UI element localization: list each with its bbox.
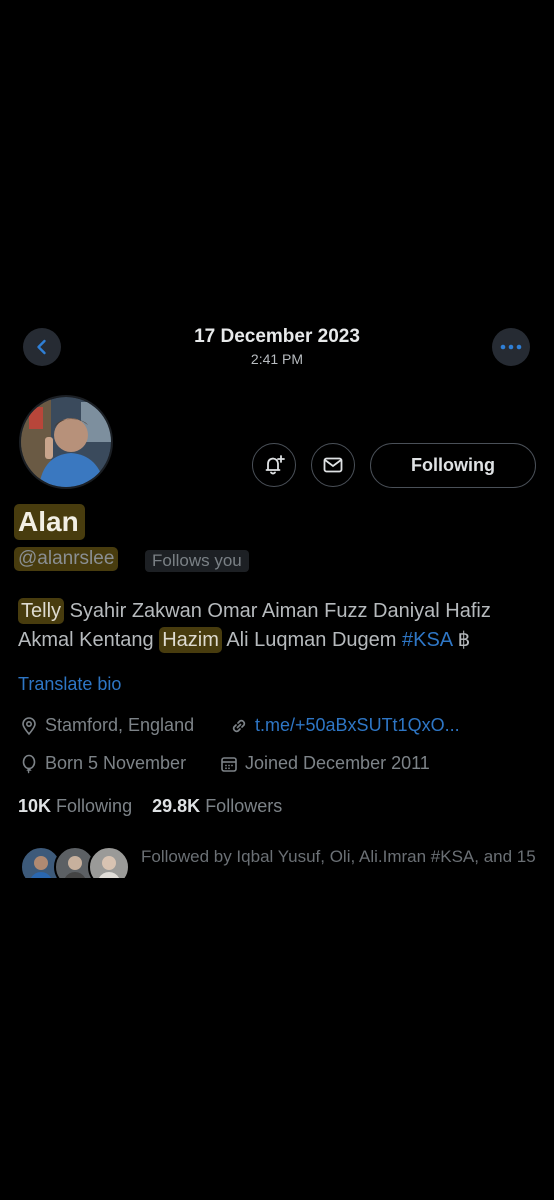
profile-name: Alan [14, 504, 85, 540]
mutual-avatar-3 [88, 846, 130, 878]
following-label: Following [56, 796, 133, 816]
birthday-text: Born 5 November [45, 753, 187, 773]
translate-bio-link[interactable]: Translate bio [18, 674, 121, 695]
website-link[interactable]: t.me/+50aBxSUTt1QxO... [255, 715, 460, 736]
balloon-icon [22, 754, 36, 773]
location-text: Stamford, England [45, 715, 195, 735]
bell-plus-icon [265, 455, 285, 475]
bio-symbol: ฿ [452, 629, 471, 651]
followed-by-text[interactable]: Followed by Iqbal Yusuf, Oli, Ali.Imran … [141, 843, 541, 877]
birthday-row: Born 5 November [19, 753, 186, 774]
joined-text: Joined December 2011 [245, 753, 430, 773]
website-row[interactable]: t.me/+50aBxSUTt1QxO... [229, 715, 460, 736]
more-options-button[interactable] [492, 328, 530, 366]
header-time: 2:41 PM [250, 351, 304, 367]
followers-count: 29.8K [152, 796, 201, 816]
profile-handle: @alanrslee [14, 547, 119, 571]
link-icon [232, 719, 246, 732]
following-stat[interactable]: 10K Following [18, 796, 132, 816]
profile-bio: Telly Syahir Zakwan Omar Aiman Fuzz Dani… [18, 597, 538, 655]
location-pin-icon [22, 716, 36, 735]
message-button[interactable] [311, 443, 355, 487]
avatar[interactable] [19, 395, 113, 489]
followers-label: Followers [205, 796, 283, 816]
follows-you-badge: Follows you [145, 550, 249, 572]
mutual-followers-avatars[interactable] [20, 846, 130, 878]
bio-highlight-2: Hazim [159, 627, 222, 653]
location-row: Stamford, England [19, 715, 194, 736]
following-button[interactable]: Following [370, 443, 536, 488]
more-icon [500, 344, 522, 350]
follow-stats: 10K Following 29.8K Followers [18, 796, 282, 817]
calendar-icon [221, 756, 237, 772]
notifications-button[interactable] [252, 443, 296, 487]
header-date: 17 December 2023 [194, 326, 360, 347]
envelope-icon [323, 457, 343, 473]
bio-highlight-1: Telly [18, 598, 65, 624]
joined-row: Joined December 2011 [219, 753, 430, 774]
bio-hashtag[interactable]: #KSA [402, 629, 452, 651]
followers-stat[interactable]: 29.8K Followers [152, 796, 282, 816]
following-count: 10K [18, 796, 52, 816]
bio-text-2: Ali Luqman Dugem [221, 629, 402, 651]
